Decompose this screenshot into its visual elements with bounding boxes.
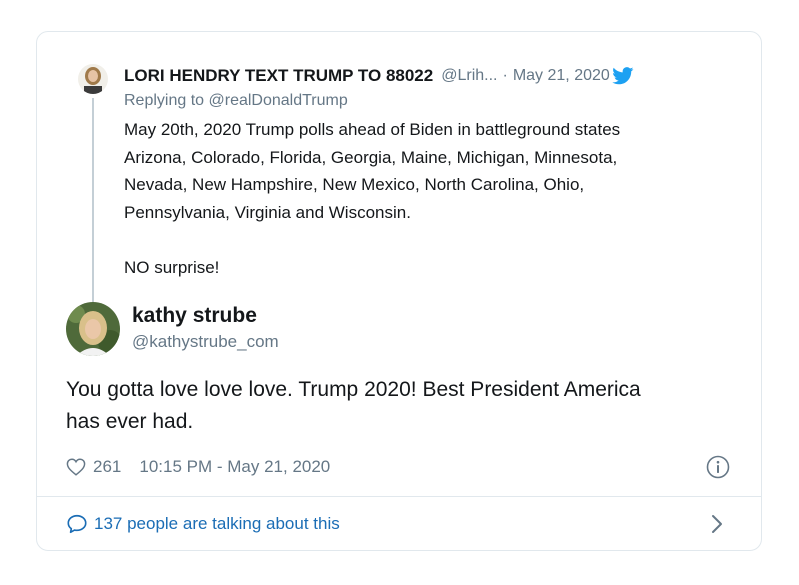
author-name[interactable]: kathy strube <box>132 304 257 328</box>
talking-about-link[interactable]: 137 people are talking about this <box>66 510 736 538</box>
heart-icon[interactable] <box>66 458 86 476</box>
parent-tweet-date[interactable]: May 21, 2020 <box>513 67 610 85</box>
tweet-meta: 261 10:15 PM - May 21, 2020 <box>66 453 330 481</box>
speech-bubble-icon <box>66 513 88 535</box>
replying-to-label[interactable]: Replying to @realDonaldTrump <box>124 92 348 110</box>
tweet-text: You gotta love love love. Trump 2020! Be… <box>66 374 726 438</box>
parent-text-closing: NO surprise! <box>124 257 220 277</box>
parent-author-handle[interactable]: @Lrih... <box>441 67 497 85</box>
parent-tweet-text: May 20th, 2020 Trump polls ahead of Bide… <box>124 116 744 281</box>
parent-text-line: May 20th, 2020 Trump polls ahead of Bide… <box>124 120 621 139</box>
card-divider <box>37 496 761 497</box>
parent-text-line: Pennsylvania, Virginia and Wisconsin. <box>124 202 411 222</box>
parent-author-avatar[interactable] <box>78 64 108 94</box>
parent-tweet-header: LORI HENDRY TEXT TRUMP TO 88022 @Lrih...… <box>124 65 744 87</box>
parent-text-line: Nevada, New Hampshire, New Mexico, North… <box>124 175 585 194</box>
author-handle[interactable]: @kathystrube_com <box>132 332 279 352</box>
info-icon[interactable] <box>705 454 731 480</box>
twitter-bird-icon[interactable] <box>611 67 634 85</box>
thread-line <box>92 98 94 306</box>
tweet-text-line: has ever had. <box>66 410 194 433</box>
parent-author-name[interactable]: LORI HENDRY TEXT TRUMP TO 88022 <box>124 66 433 86</box>
tweet-timestamp[interactable]: 10:15 PM - May 21, 2020 <box>139 457 330 477</box>
chevron-right-icon[interactable] <box>707 513 727 535</box>
parent-text-line: Arizona, Colorado, Florida, Georgia, Mai… <box>124 147 618 167</box>
author-avatar[interactable] <box>66 302 120 356</box>
tweet-text-line: You gotta love love love. Trump 2020! Be… <box>66 378 641 401</box>
embedded-tweet-card: LORI HENDRY TEXT TRUMP TO 88022 @Lrih...… <box>36 31 762 551</box>
like-count[interactable]: 261 <box>93 457 121 477</box>
separator-dot: · <box>502 67 508 84</box>
talking-about-label[interactable]: 137 people are talking about this <box>94 514 340 534</box>
